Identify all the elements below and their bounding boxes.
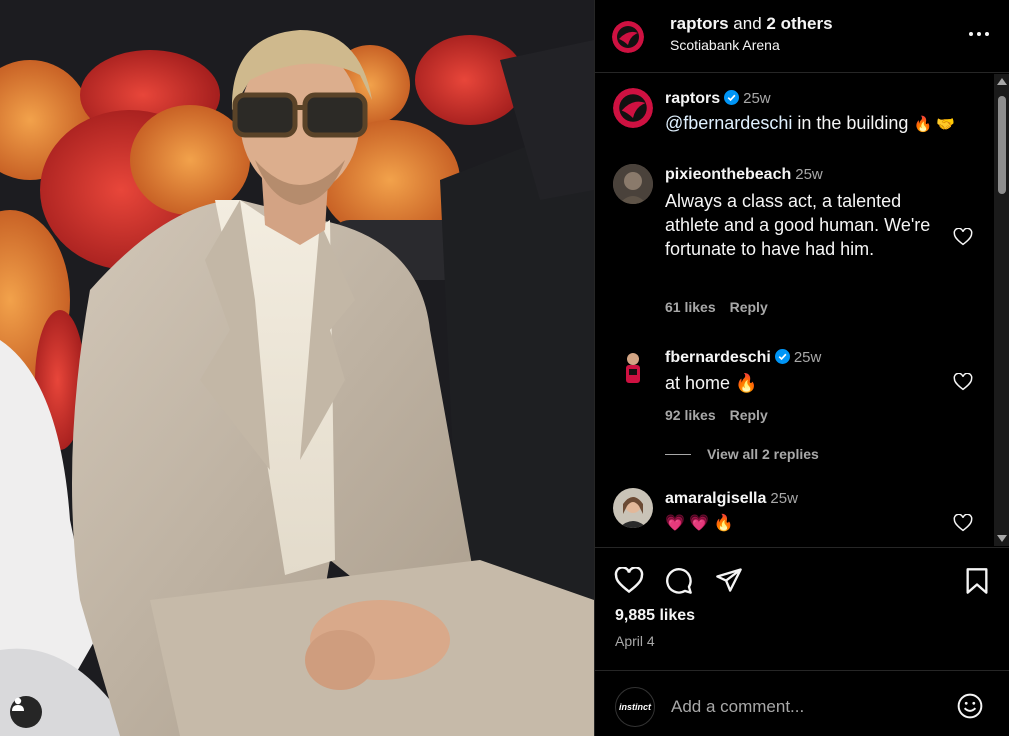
comment-likes[interactable]: 61 likes [665, 299, 716, 315]
caption-avatar[interactable] [613, 88, 653, 128]
bookmark-icon[interactable] [965, 567, 989, 595]
caption-header: raptors 25w [665, 90, 771, 110]
post-date[interactable]: April 4 [615, 633, 655, 649]
share-icon[interactable] [715, 567, 743, 593]
tag-user-button[interactable] [10, 696, 42, 728]
comment-icon[interactable] [665, 567, 693, 595]
comment-meta: 61 likes Reply [665, 299, 782, 315]
comments-scrollbar[interactable] [994, 74, 1009, 546]
caption-username[interactable]: raptors [665, 90, 720, 107]
reply-button[interactable]: Reply [730, 407, 768, 423]
caption-mention[interactable]: @fbernardeschi [665, 113, 792, 133]
caption-time[interactable]: 25w [743, 90, 771, 107]
comment-header: fbernardeschi 25w [665, 349, 821, 369]
post-header: raptors and 2 others Scotiabank Arena [595, 0, 1009, 73]
caption-text: @fbernardeschi in the building 🔥 🤝 [665, 111, 955, 137]
post-author-line: raptors and 2 others [670, 14, 833, 34]
emoji-icon[interactable] [957, 693, 983, 719]
more-icon [969, 32, 989, 36]
comment-header: amaralgisella 25w [665, 490, 798, 508]
user-avatar-image [613, 488, 653, 528]
scroll-up-arrow-icon[interactable] [997, 78, 1007, 85]
comment-like-heart-icon[interactable] [953, 373, 973, 391]
add-comment-input[interactable] [669, 693, 933, 721]
verified-icon [724, 90, 740, 110]
view-replies-label: View all 2 replies [707, 446, 819, 462]
post-author[interactable]: raptors [670, 14, 729, 33]
comment-username[interactable]: pixieonthebeach [665, 166, 791, 183]
raptors-avatar[interactable] [612, 21, 644, 53]
comment-avatar-fbernardeschi[interactable] [613, 347, 653, 387]
comments-section: raptors 25w @fbernardeschi in the buildin… [595, 74, 1009, 546]
tag-user-icon [12, 697, 24, 711]
scroll-thumb[interactable] [998, 96, 1006, 194]
comment-meta: 92 likes Reply [665, 407, 782, 423]
comment-username[interactable]: fbernardeschi [665, 349, 771, 366]
user-avatar-image [613, 164, 653, 204]
comment-text: Always a class act, a talented athlete a… [665, 191, 931, 259]
comment-time[interactable]: 25w [795, 166, 823, 183]
post-panel: raptors and 2 others Scotiabank Arena ra… [594, 0, 1009, 736]
post-location[interactable]: Scotiabank Arena [670, 37, 780, 53]
raptors-logo-icon [613, 88, 653, 128]
comment-time[interactable]: 25w [770, 490, 798, 507]
action-bar: 9,885 likes April 4 [595, 547, 1009, 667]
caption-emoji: 🔥 🤝 [913, 116, 955, 133]
comment-avatar-pixieonthebeach[interactable] [613, 164, 653, 204]
comment-likes[interactable]: 92 likes [665, 407, 716, 423]
reply-button[interactable]: Reply [730, 299, 768, 315]
comment-text: at home 🔥 [665, 373, 758, 393]
scroll-down-arrow-icon[interactable] [997, 535, 1007, 542]
comment-like-heart-icon[interactable] [953, 514, 973, 532]
likes-count[interactable]: 9,885 likes [615, 607, 695, 625]
more-options-button[interactable] [967, 24, 991, 44]
photo-illustration [0, 0, 594, 736]
collab-connector: and [728, 14, 767, 33]
comment-like-heart-icon[interactable] [953, 228, 973, 246]
user-avatar-image [613, 347, 653, 387]
verified-icon [774, 349, 790, 369]
caption-body: in the building [792, 113, 914, 133]
collab-others[interactable]: 2 others [766, 14, 832, 33]
like-heart-icon[interactable] [614, 567, 644, 594]
comment-avatar-amaralgisella[interactable] [613, 488, 653, 528]
add-comment-bar: instinct [595, 670, 1009, 736]
current-user-avatar[interactable]: instinct [615, 687, 655, 727]
raptors-logo-icon [612, 21, 644, 53]
replies-divider [665, 454, 691, 455]
comment-text: 💗 💗 🔥 [665, 515, 734, 532]
comment-time[interactable]: 25w [794, 349, 822, 366]
view-replies-button[interactable]: View all 2 replies [665, 446, 819, 462]
post-photo[interactable] [0, 0, 594, 736]
comment-username[interactable]: amaralgisella [665, 490, 766, 507]
comment-header: pixieonthebeach 25w [665, 166, 823, 184]
